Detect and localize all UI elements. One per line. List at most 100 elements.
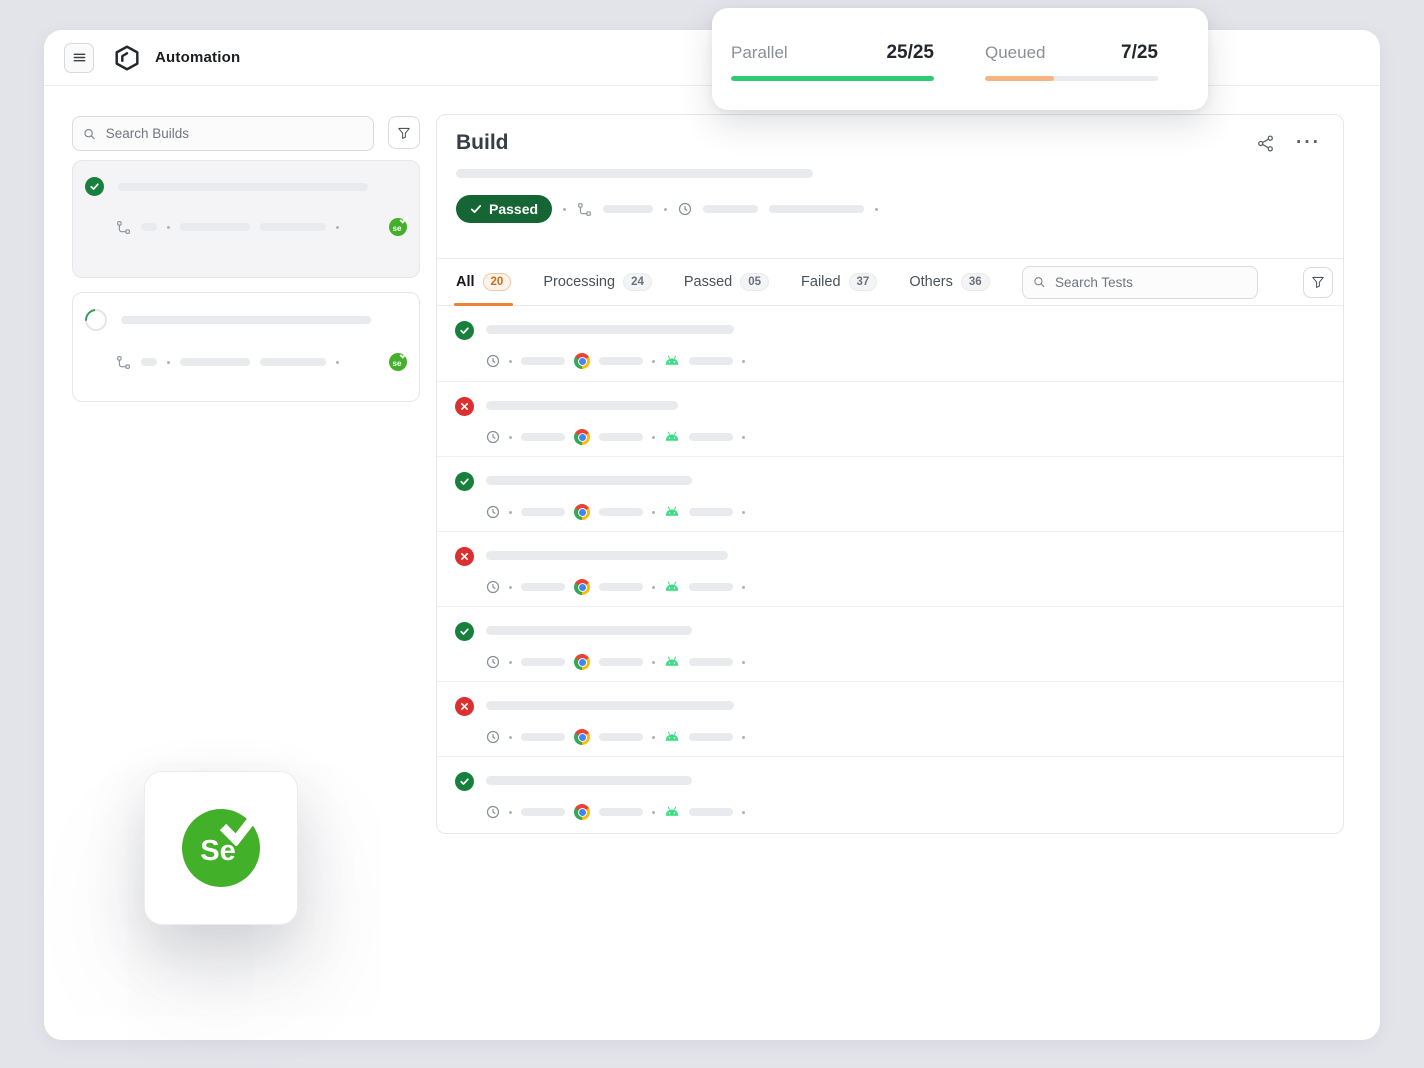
build-card-row bbox=[80, 304, 407, 336]
android-icon bbox=[665, 806, 679, 816]
skeleton-meta bbox=[141, 358, 157, 366]
x-icon bbox=[460, 552, 469, 561]
status-badge-label: Passed bbox=[489, 201, 539, 217]
builds-sidebar: se se bbox=[72, 116, 420, 402]
build-search-box bbox=[72, 116, 374, 151]
tab-count-badge: 36 bbox=[960, 273, 990, 291]
dot-separator bbox=[563, 207, 567, 211]
test-meta-row bbox=[486, 353, 745, 369]
android-icon bbox=[665, 581, 679, 591]
dot-separator bbox=[652, 810, 655, 814]
queued-label: Queued bbox=[985, 43, 1046, 62]
skeleton-meta bbox=[521, 357, 565, 365]
test-row[interactable] bbox=[437, 606, 1343, 681]
tab-count-badge: 37 bbox=[848, 273, 878, 291]
skeleton-meta bbox=[769, 205, 865, 213]
test-row-body bbox=[486, 397, 745, 456]
skeleton-meta bbox=[180, 223, 250, 231]
branch-icon bbox=[117, 220, 130, 234]
android-icon bbox=[665, 656, 679, 666]
tab-others[interactable]: Others 36 bbox=[909, 259, 990, 305]
skeleton-meta bbox=[689, 433, 733, 441]
concurrency-stats-card: Parallel 25/25 Queued 7/25 bbox=[712, 8, 1208, 110]
test-row[interactable] bbox=[437, 456, 1343, 531]
menu-button[interactable] bbox=[64, 42, 94, 73]
search-tests-input[interactable] bbox=[1053, 273, 1247, 291]
skeleton-meta bbox=[689, 508, 733, 516]
skeleton-meta bbox=[180, 358, 250, 366]
tab-all[interactable]: All 20 bbox=[453, 259, 514, 306]
test-row[interactable] bbox=[437, 306, 1343, 381]
dot-separator bbox=[742, 735, 745, 739]
search-icon bbox=[1033, 277, 1045, 288]
skeleton-build-name bbox=[118, 182, 368, 191]
dot-separator bbox=[742, 810, 745, 814]
search-icon bbox=[84, 128, 95, 139]
skeleton-build-subtitle bbox=[456, 169, 813, 178]
test-meta-row bbox=[486, 429, 745, 445]
test-row[interactable] bbox=[437, 381, 1343, 456]
queued-progress-fill bbox=[985, 76, 1055, 81]
skeleton-meta bbox=[521, 433, 565, 441]
tab-label: All bbox=[456, 274, 475, 290]
parallel-progress-fill bbox=[731, 76, 934, 81]
test-row[interactable] bbox=[437, 531, 1343, 606]
ellipsis-icon: ··· bbox=[1296, 132, 1321, 153]
build-card-passed[interactable]: se bbox=[72, 160, 420, 278]
test-meta-row bbox=[486, 579, 745, 595]
app-title: Automation bbox=[155, 49, 241, 66]
selenium-badge-label: se bbox=[392, 223, 402, 233]
skeleton-meta bbox=[703, 205, 759, 213]
dot-separator bbox=[652, 660, 655, 664]
builds-toolbar bbox=[72, 116, 420, 151]
chrome-icon bbox=[574, 804, 590, 820]
selenium-badge-icon: se bbox=[389, 215, 409, 236]
test-list bbox=[437, 306, 1343, 833]
tab-passed[interactable]: Passed 05 bbox=[684, 259, 770, 305]
selenium-logo-icon: Se bbox=[182, 805, 265, 887]
test-search-box bbox=[1021, 265, 1258, 299]
chrome-icon bbox=[574, 504, 590, 520]
tab-label: Failed bbox=[801, 274, 841, 290]
test-meta-row bbox=[486, 804, 745, 820]
test-meta-row bbox=[486, 504, 745, 520]
filter-tests-button[interactable] bbox=[1302, 266, 1333, 298]
clock-icon bbox=[486, 580, 500, 594]
dot-separator bbox=[509, 585, 512, 589]
branch-icon bbox=[117, 355, 130, 369]
tab-count-badge: 20 bbox=[482, 273, 512, 291]
skeleton-test-title bbox=[486, 701, 734, 710]
android-icon bbox=[665, 731, 679, 741]
check-icon bbox=[460, 327, 469, 334]
clock-icon bbox=[486, 430, 500, 444]
x-icon bbox=[460, 702, 469, 711]
tab-processing[interactable]: Processing 24 bbox=[543, 259, 652, 305]
branch-icon bbox=[578, 202, 591, 216]
skeleton-meta bbox=[521, 508, 565, 516]
skeleton-meta bbox=[521, 658, 565, 666]
build-meta-row: Passed bbox=[456, 195, 1323, 223]
skeleton-meta bbox=[689, 733, 733, 741]
skeleton-meta bbox=[521, 733, 565, 741]
test-meta-row bbox=[486, 729, 745, 745]
skeleton-meta bbox=[260, 223, 326, 231]
skeleton-test-title bbox=[486, 626, 692, 635]
test-status-icon bbox=[455, 697, 474, 716]
dot-separator bbox=[664, 207, 668, 211]
dot-separator bbox=[652, 435, 655, 439]
test-row[interactable] bbox=[437, 681, 1343, 756]
test-row-body bbox=[486, 772, 745, 831]
filter-icon bbox=[1311, 276, 1324, 288]
search-builds-input[interactable] bbox=[103, 125, 363, 142]
share-button[interactable] bbox=[1255, 133, 1276, 154]
check-icon bbox=[460, 778, 469, 785]
test-row[interactable] bbox=[437, 756, 1343, 831]
dot-separator bbox=[742, 585, 745, 589]
more-options-button[interactable]: ··· bbox=[1294, 132, 1323, 153]
tab-failed[interactable]: Failed 37 bbox=[801, 259, 878, 305]
test-row-body bbox=[486, 622, 745, 681]
build-card-running[interactable]: se bbox=[72, 292, 420, 402]
filter-builds-button[interactable] bbox=[388, 116, 420, 149]
dot-separator bbox=[742, 435, 745, 439]
hamburger-icon bbox=[73, 53, 85, 62]
